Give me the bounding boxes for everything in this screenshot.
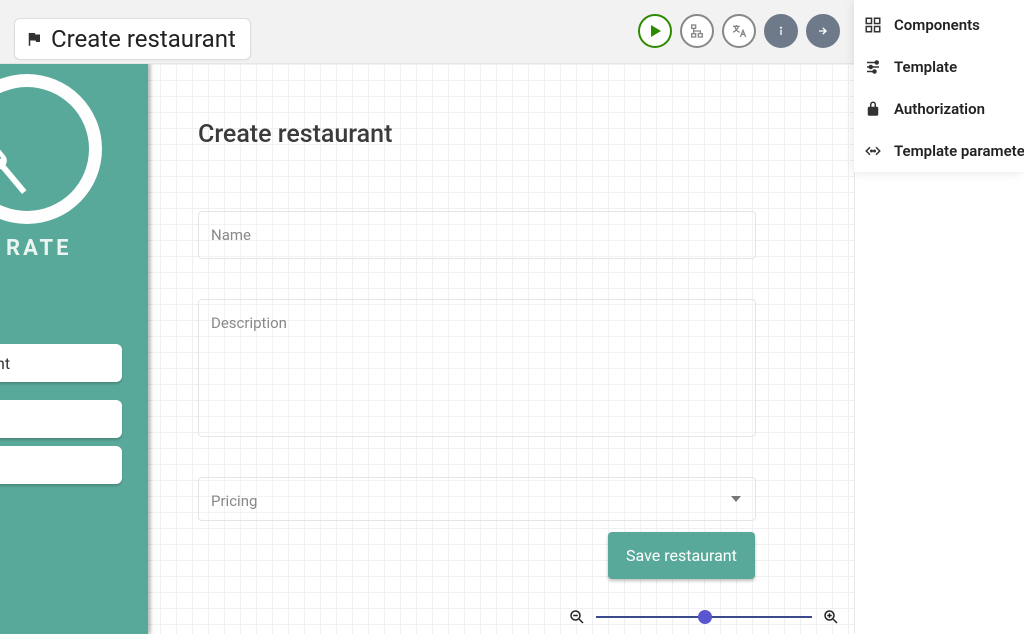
translate-icon xyxy=(731,23,747,39)
zoom-in-button[interactable] xyxy=(822,608,840,626)
name-field[interactable]: Name xyxy=(198,211,756,259)
sidebar-button-1[interactable]: nt xyxy=(0,344,122,382)
form-title: Create restaurant xyxy=(198,120,756,149)
sidebar-button-2[interactable] xyxy=(0,400,122,438)
tree-button[interactable] xyxy=(680,14,714,48)
pricing-select[interactable]: Pricing xyxy=(198,477,756,521)
sliders-icon xyxy=(864,58,882,76)
chevron-down-icon xyxy=(731,496,741,502)
side-menu: Components Template Authorization Templa… xyxy=(854,0,1024,172)
grid-icon xyxy=(864,16,882,34)
pricing-label: Pricing xyxy=(211,492,257,510)
page-chip-label: Create restaurant xyxy=(51,25,236,53)
lock-icon xyxy=(864,100,882,118)
forward-button[interactable] xyxy=(806,14,840,48)
sidebar-button-label: nt xyxy=(0,354,10,373)
zoom-slider[interactable] xyxy=(596,616,812,618)
save-button-label: Save restaurant xyxy=(626,546,737,565)
app-logo-text: RATE xyxy=(6,236,72,261)
fork-icon xyxy=(0,117,59,211)
app-sidebar: RATE nt xyxy=(0,64,148,634)
side-item-components[interactable]: Components xyxy=(854,4,1024,46)
info-button[interactable] xyxy=(764,14,798,48)
zoom-slider-thumb[interactable] xyxy=(698,610,712,624)
page-chip[interactable]: Create restaurant xyxy=(14,18,251,60)
save-button[interactable]: Save restaurant xyxy=(608,532,755,579)
side-item-template[interactable]: Template xyxy=(854,46,1024,88)
info-icon xyxy=(773,23,789,39)
app-logo xyxy=(0,74,102,224)
zoom-out-button[interactable] xyxy=(568,608,586,626)
side-item-label: Authorization xyxy=(894,100,985,118)
description-field[interactable]: Description xyxy=(198,299,756,437)
arrow-right-icon xyxy=(815,23,831,39)
form-area: Create restaurant Name Description Prici… xyxy=(198,120,756,545)
side-item-label: Template xyxy=(894,58,957,76)
side-item-label: Components xyxy=(894,16,980,34)
zoom-bar xyxy=(568,608,840,626)
side-item-authorization[interactable]: Authorization xyxy=(854,88,1024,130)
description-placeholder: Description xyxy=(211,314,287,332)
side-item-label: Template parameters xyxy=(894,142,1024,160)
name-placeholder: Name xyxy=(211,226,251,244)
play-icon xyxy=(651,25,661,37)
translate-button[interactable] xyxy=(722,14,756,48)
hierarchy-icon xyxy=(689,23,705,39)
sidebar-button-3[interactable] xyxy=(0,446,122,484)
top-actions xyxy=(638,14,840,48)
code-icon xyxy=(864,142,882,160)
side-item-template-parameters[interactable]: Template parameters xyxy=(854,130,1024,172)
flag-icon xyxy=(25,30,43,48)
design-canvas[interactable]: RATE nt Create restaurant Name Descripti… xyxy=(0,64,854,634)
run-button[interactable] xyxy=(638,14,672,48)
